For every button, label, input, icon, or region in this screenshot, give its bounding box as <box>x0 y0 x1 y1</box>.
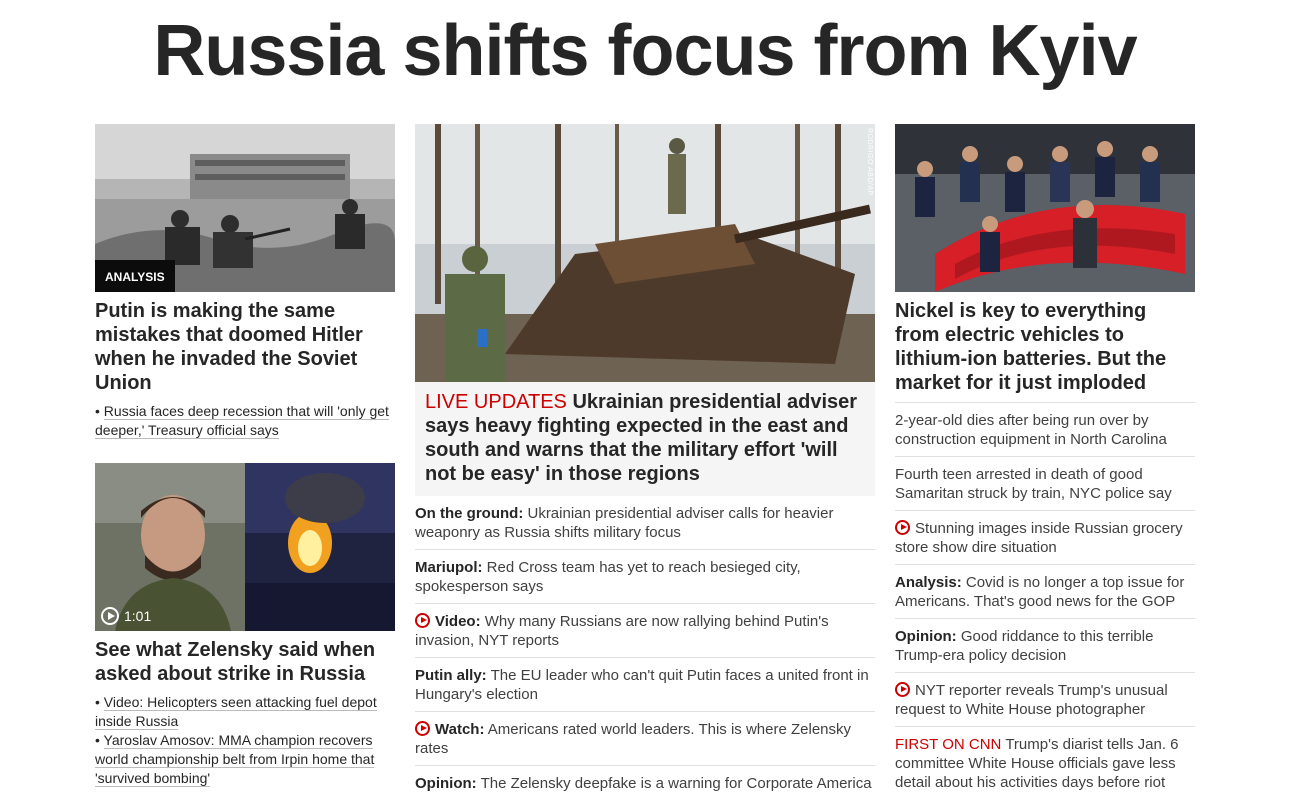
list-item[interactable]: NYT reporter reveals Trump's unusual req… <box>895 673 1195 727</box>
item-text: Fourth teen arrested in death of good Sa… <box>895 466 1172 502</box>
item-label: Analysis: <box>895 574 962 591</box>
list-item[interactable]: FIRST ON CNN Trump's diarist tells Jan. … <box>895 727 1195 799</box>
item-text: Stunning images inside Russian grocery s… <box>895 520 1183 556</box>
list-item[interactable]: Video: Why many Russians are now rallyin… <box>415 604 875 658</box>
list-item[interactable]: Opinion: The Zelensky deepfake is a warn… <box>415 766 875 800</box>
video-duration: 1:01 <box>101 607 151 625</box>
list-item[interactable]: Stunning images inside Russian grocery s… <box>895 511 1195 565</box>
item-label: Opinion: <box>895 628 957 645</box>
item-text: The Zelensky deepfake is a warning for C… <box>480 775 872 792</box>
play-icon <box>101 607 119 625</box>
list-item[interactable]: Putin ally: The EU leader who can't quit… <box>415 658 875 712</box>
item-text: NYT reporter reveals Trump's unusual req… <box>895 682 1168 718</box>
tank-photo[interactable]: RODRIGO ABD/AP <box>415 124 875 382</box>
item-label: Mariupol: <box>415 559 483 576</box>
item-label: Opinion: <box>415 775 477 792</box>
list-item[interactable]: On the ground: Ukrainian presidential ad… <box>415 496 875 550</box>
item-label: Video: <box>435 613 481 630</box>
related-link: • Russia faces deep recession that will … <box>95 403 389 439</box>
middle-column: RODRIGO ABD/AP LIVE UPDATES Ukrainian pr… <box>415 124 875 800</box>
trading-floor-photo[interactable] <box>895 124 1195 292</box>
right-column: Nickel is key to everything from electri… <box>895 124 1195 799</box>
related-link-helicopters[interactable]: Video: Helicopters seen attacking fuel d… <box>95 694 377 730</box>
list-item[interactable]: Watch: Americans rated world leaders. Th… <box>415 712 875 766</box>
left-column: ANALYSIS Putin is making the same mistak… <box>95 124 395 788</box>
related-link-recession[interactable]: Russia faces deep recession that will 'o… <box>95 403 389 439</box>
list-item[interactable]: Analysis: Covid is no longer a top issue… <box>895 565 1195 619</box>
live-updates-label: LIVE UPDATES <box>425 391 567 413</box>
duration-label: 1:01 <box>124 608 152 624</box>
item-label: Putin ally: <box>415 667 487 684</box>
list-item[interactable]: Mariupol: Red Cross team has yet to reac… <box>415 550 875 604</box>
first-on-cnn-label: FIRST ON CNN <box>895 736 1002 753</box>
video-play-icon <box>415 613 430 628</box>
item-text: 2-year-old dies after being run over by … <box>895 412 1167 448</box>
story-title-nickel[interactable]: Nickel is key to everything from electri… <box>895 299 1195 403</box>
video-play-icon <box>895 682 910 697</box>
item-label: On the ground: <box>415 505 524 522</box>
list-item[interactable]: Fourth teen arrested in death of good Sa… <box>895 457 1195 511</box>
analysis-tag: ANALYSIS <box>95 260 175 292</box>
related-link: • Video: Helicopters seen attacking fuel… <box>95 694 377 730</box>
ww2-photo[interactable]: ANALYSIS <box>95 124 395 292</box>
related-link: • Yaroslav Amosov: MMA champion recovers… <box>95 732 375 787</box>
main-story-title[interactable]: LIVE UPDATES Ukrainian presidential advi… <box>415 382 875 496</box>
video-play-icon <box>895 520 910 535</box>
related-link-amosov[interactable]: Yaroslav Amosov: MMA champion recovers w… <box>95 732 375 787</box>
zelensky-video-thumbnail[interactable]: 1:01 <box>95 463 395 631</box>
list-item[interactable]: 2-year-old dies after being run over by … <box>895 403 1195 457</box>
item-label: Watch: <box>435 721 485 738</box>
story-title-putin-mistakes[interactable]: Putin is making the same mistakes that d… <box>95 299 395 395</box>
list-item[interactable]: Opinion: Good riddance to this terrible … <box>895 619 1195 673</box>
story-title-zelensky-strike[interactable]: See what Zelensky said when asked about … <box>95 638 395 686</box>
photo-credit: RODRIGO ABD/AP <box>866 128 873 196</box>
video-play-icon <box>415 721 430 736</box>
section-headline[interactable]: Russia shifts focus from Kyiv <box>0 10 1290 92</box>
